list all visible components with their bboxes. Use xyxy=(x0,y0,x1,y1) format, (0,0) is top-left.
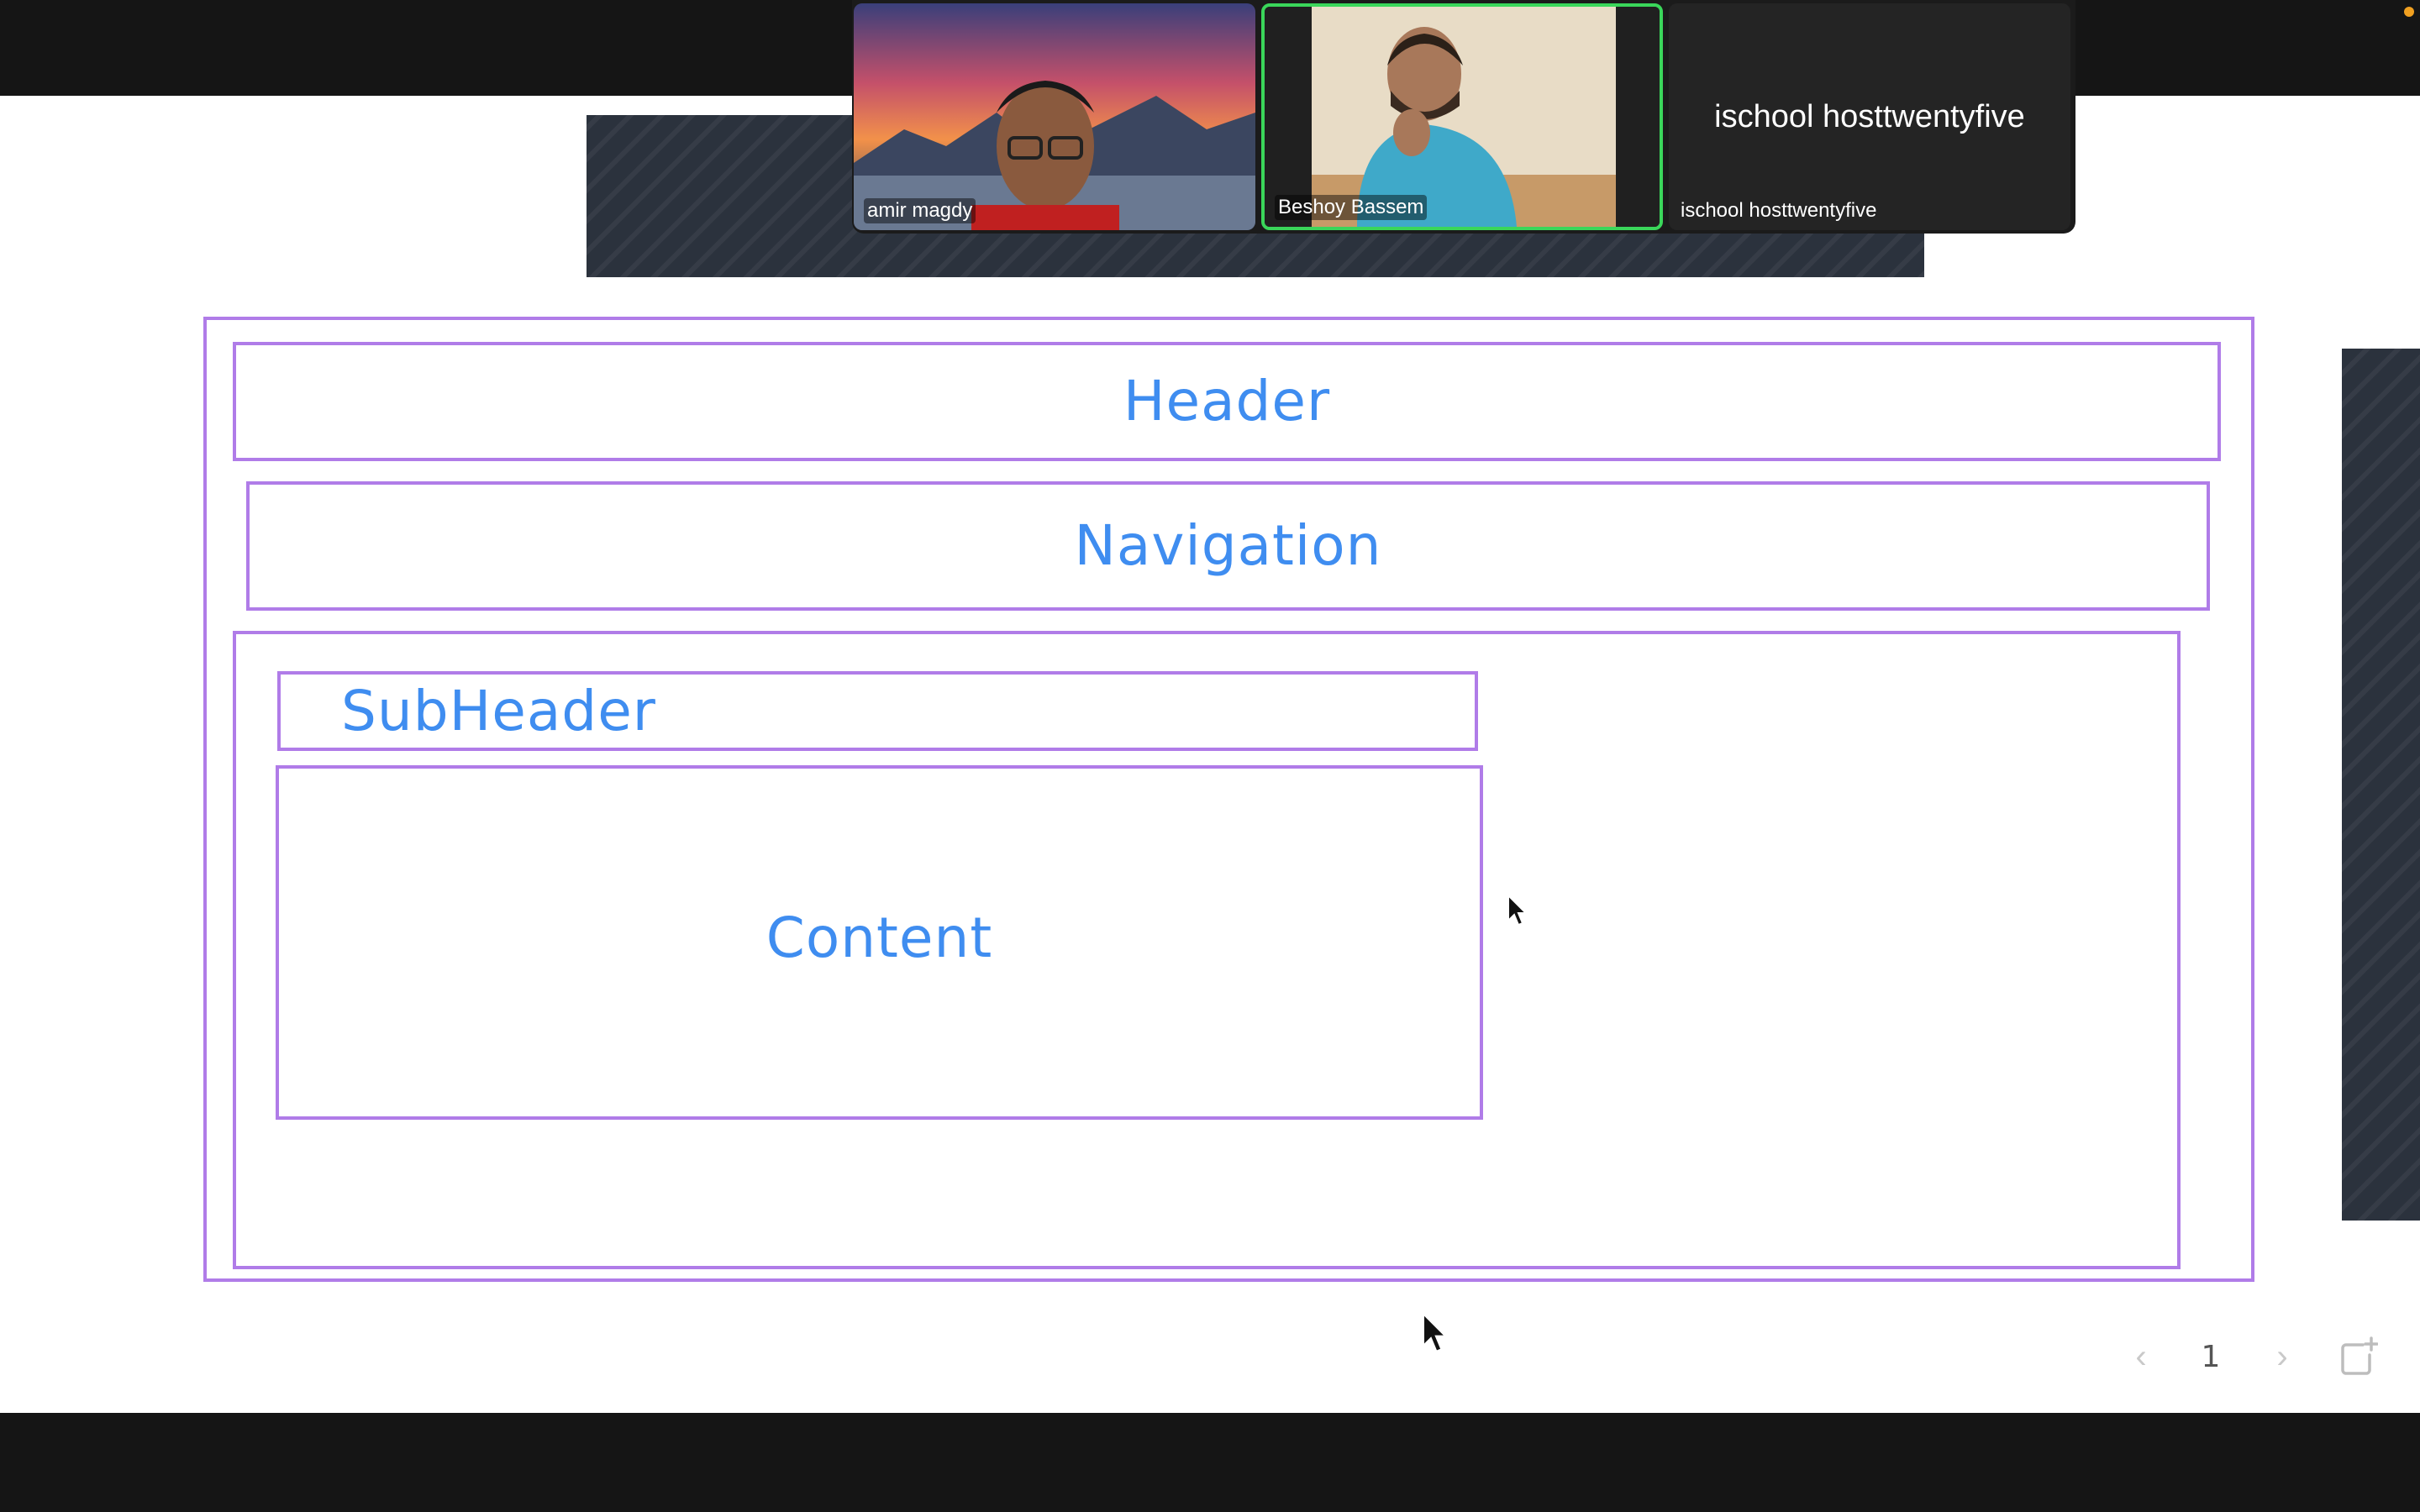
header-label: Header xyxy=(1123,369,1331,433)
navigation-label: Navigation xyxy=(1074,513,1382,578)
participant-tile-beshoy[interactable]: Beshoy Bassem xyxy=(1261,3,1663,230)
participant-tile-ischool[interactable]: ischool hosttwentyfive ischool hosttwent… xyxy=(1669,3,2070,230)
header-box: Header xyxy=(233,342,2221,461)
participant-video xyxy=(854,3,1255,230)
participant-tile-amir[interactable]: amir magdy xyxy=(854,3,1255,230)
new-page-button[interactable] xyxy=(2334,1327,2381,1386)
previous-page-button[interactable]: ‹ xyxy=(2122,1327,2160,1386)
participant-name: Beshoy Bassem xyxy=(1275,194,1428,220)
participant-display-name: ischool hosttwentyfive xyxy=(1714,99,2025,134)
chevron-left-icon: ‹ xyxy=(2135,1337,2147,1375)
bottom-bar xyxy=(0,1413,2420,1512)
mouse-cursor-icon xyxy=(1507,894,1528,927)
participant-video xyxy=(1265,7,1660,227)
page-number: 1 xyxy=(2201,1339,2221,1374)
navigation-box: Navigation xyxy=(246,481,2210,611)
participant-name: ischool hosttwentyfive xyxy=(1681,198,1877,222)
mouse-cursor-icon xyxy=(1422,1311,1449,1353)
shared-screen: Header Navigation SubHeader Content ‹ 1 … xyxy=(0,96,2420,1413)
notification-dot xyxy=(2404,7,2414,17)
subheader-label: SubHeader xyxy=(341,678,656,743)
participant-name: amir magdy xyxy=(864,197,976,223)
content-box: Content xyxy=(276,765,1483,1120)
subheader-box: SubHeader xyxy=(277,671,1478,751)
next-slide-preview[interactable] xyxy=(2342,349,2420,1221)
next-page-button[interactable]: › xyxy=(2263,1327,2302,1386)
content-label: Content xyxy=(765,906,993,970)
add-page-icon xyxy=(2341,1336,2378,1375)
chevron-right-icon: › xyxy=(2276,1337,2288,1375)
